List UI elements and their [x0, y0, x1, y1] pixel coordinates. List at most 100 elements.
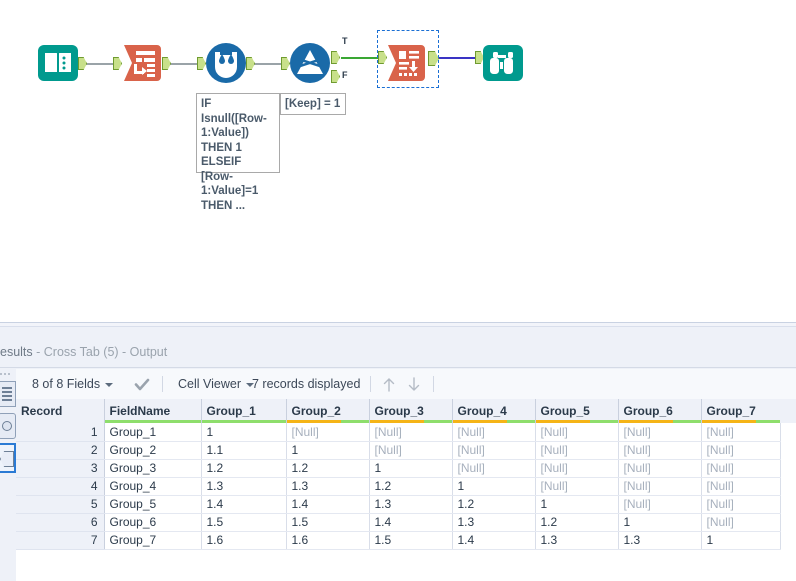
cross-tab-tool[interactable]: [385, 42, 427, 84]
cell-null[interactable]: [Null]: [701, 423, 780, 441]
input-data-tool[interactable]: [37, 42, 79, 84]
column-header-fieldname[interactable]: FieldName: [104, 399, 201, 423]
workflow-canvas[interactable]: T F: [0, 0, 796, 322]
cell-value[interactable]: 1.4: [369, 513, 452, 531]
cell-value[interactable]: Group_3: [104, 459, 201, 477]
cell-null[interactable]: [Null]: [369, 441, 452, 459]
cell-value[interactable]: 1.2: [452, 495, 535, 513]
cell-value[interactable]: 1.6: [201, 531, 286, 549]
view-mode-selector[interactable]: Cell Viewer: [178, 369, 254, 399]
cell-value[interactable]: 1.4: [452, 531, 535, 549]
cell-value[interactable]: 1.2: [369, 477, 452, 495]
table-row[interactable]: 5Group_51.41.41.31.21[Null][Null]: [16, 495, 780, 513]
cell-null[interactable]: [Null]: [701, 459, 780, 477]
cell-value[interactable]: 1.3: [618, 531, 701, 549]
cell-null[interactable]: [Null]: [535, 441, 618, 459]
arrow-down-icon[interactable]: [407, 377, 421, 392]
cell-value[interactable]: 1.2: [201, 459, 286, 477]
output-nub-3[interactable]: [246, 57, 255, 70]
column-header-record[interactable]: Record: [16, 399, 104, 423]
table-row[interactable]: 1Group_11[Null][Null][Null][Null][Null][…: [16, 423, 780, 441]
cell-record-number: 2: [16, 441, 104, 459]
cell-value[interactable]: 1: [618, 513, 701, 531]
cell-value[interactable]: 1: [535, 495, 618, 513]
column-header-group_1[interactable]: Group_1: [201, 399, 286, 423]
multi-row-formula-tool[interactable]: [205, 42, 247, 84]
table-row[interactable]: 6Group_61.51.51.41.31.21[Null]: [16, 513, 780, 531]
output-nub-false[interactable]: [331, 70, 340, 83]
cell-value[interactable]: Group_5: [104, 495, 201, 513]
results-grid[interactable]: RecordFieldNameGroup_1Group_2Group_3Grou…: [16, 399, 796, 581]
cell-null[interactable]: [Null]: [618, 495, 701, 513]
column-type-indicator: [202, 420, 286, 423]
cell-null[interactable]: [Null]: [701, 513, 780, 531]
cell-value[interactable]: 1.6: [286, 531, 369, 549]
cell-null[interactable]: [Null]: [701, 477, 780, 495]
cell-null[interactable]: [Null]: [618, 423, 701, 441]
column-header-label: Group_3: [375, 404, 424, 418]
column-header-group_5[interactable]: Group_5: [535, 399, 618, 423]
cell-value[interactable]: 1.4: [286, 495, 369, 513]
cell-value[interactable]: Group_2: [104, 441, 201, 459]
column-header-group_2[interactable]: Group_2: [286, 399, 369, 423]
cell-null[interactable]: [Null]: [618, 441, 701, 459]
cell-null[interactable]: [Null]: [452, 423, 535, 441]
cell-null[interactable]: [Null]: [701, 441, 780, 459]
cell-value[interactable]: 1.5: [286, 513, 369, 531]
rail-grip-dots[interactable]: [0, 373, 14, 378]
arrow-up-icon[interactable]: [382, 377, 396, 392]
output-nub-1[interactable]: [78, 57, 87, 70]
cell-value[interactable]: 1.4: [201, 495, 286, 513]
fields-selector[interactable]: 8 of 8 Fields: [32, 369, 113, 399]
cell-value[interactable]: 1: [201, 423, 286, 441]
cell-value[interactable]: Group_6: [104, 513, 201, 531]
cell-value[interactable]: 1.2: [286, 459, 369, 477]
cell-value[interactable]: 1: [286, 441, 369, 459]
checkmark-icon[interactable]: [134, 377, 150, 392]
cell-value[interactable]: 1.3: [535, 531, 618, 549]
cell-value[interactable]: 1.3: [201, 477, 286, 495]
hex-tool-button[interactable]: [0, 443, 16, 473]
select-records-tool[interactable]: [121, 42, 163, 84]
cell-value[interactable]: 1: [452, 477, 535, 495]
table-row[interactable]: 7Group_71.61.61.51.41.31.31: [16, 531, 780, 549]
cell-value[interactable]: 1.3: [369, 495, 452, 513]
table-row[interactable]: 3Group_31.21.21[Null][Null][Null][Null]: [16, 459, 780, 477]
cell-null[interactable]: [Null]: [452, 459, 535, 477]
multi-row-formula-annotation[interactable]: IF Isnull([Row- 1:Value]) THEN 1 ELSEIF …: [196, 93, 280, 173]
list-view-button[interactable]: [0, 381, 16, 407]
cell-value[interactable]: 1.5: [369, 531, 452, 549]
filter-annotation[interactable]: [Keep] = 1: [280, 93, 346, 115]
column-header-group_6[interactable]: Group_6: [618, 399, 701, 423]
cell-value[interactable]: 1: [701, 531, 780, 549]
cell-value[interactable]: 1.2: [535, 513, 618, 531]
column-header-group_4[interactable]: Group_4: [452, 399, 535, 423]
round-tool-button[interactable]: [0, 413, 16, 439]
table-row[interactable]: 2Group_21.11[Null][Null][Null][Null][Nul…: [16, 441, 780, 459]
cell-null[interactable]: [Null]: [701, 495, 780, 513]
cell-value[interactable]: 1: [369, 459, 452, 477]
output-nub-true[interactable]: [331, 51, 340, 64]
browse-tool[interactable]: [482, 42, 524, 84]
cell-null[interactable]: [Null]: [286, 423, 369, 441]
filter-tool[interactable]: [289, 42, 331, 84]
cell-value[interactable]: Group_4: [104, 477, 201, 495]
cell-null[interactable]: [Null]: [535, 459, 618, 477]
table-row[interactable]: 4Group_41.31.31.21[Null][Null][Null]: [16, 477, 780, 495]
cell-null[interactable]: [Null]: [618, 459, 701, 477]
cell-null[interactable]: [Null]: [535, 477, 618, 495]
cell-value[interactable]: 1.3: [286, 477, 369, 495]
cell-null[interactable]: [Null]: [452, 441, 535, 459]
cell-value[interactable]: Group_7: [104, 531, 201, 549]
cell-value[interactable]: 1.5: [201, 513, 286, 531]
cell-value[interactable]: 1.1: [201, 441, 286, 459]
cell-null[interactable]: [Null]: [618, 477, 701, 495]
cell-null[interactable]: [Null]: [369, 423, 452, 441]
column-header-label: Group_6: [624, 404, 673, 418]
cell-null[interactable]: [Null]: [535, 423, 618, 441]
column-header-group_3[interactable]: Group_3: [369, 399, 452, 423]
column-header-group_7[interactable]: Group_7: [701, 399, 780, 423]
cell-value[interactable]: Group_1: [104, 423, 201, 441]
cell-value[interactable]: 1.3: [452, 513, 535, 531]
output-nub-2[interactable]: [162, 57, 171, 70]
